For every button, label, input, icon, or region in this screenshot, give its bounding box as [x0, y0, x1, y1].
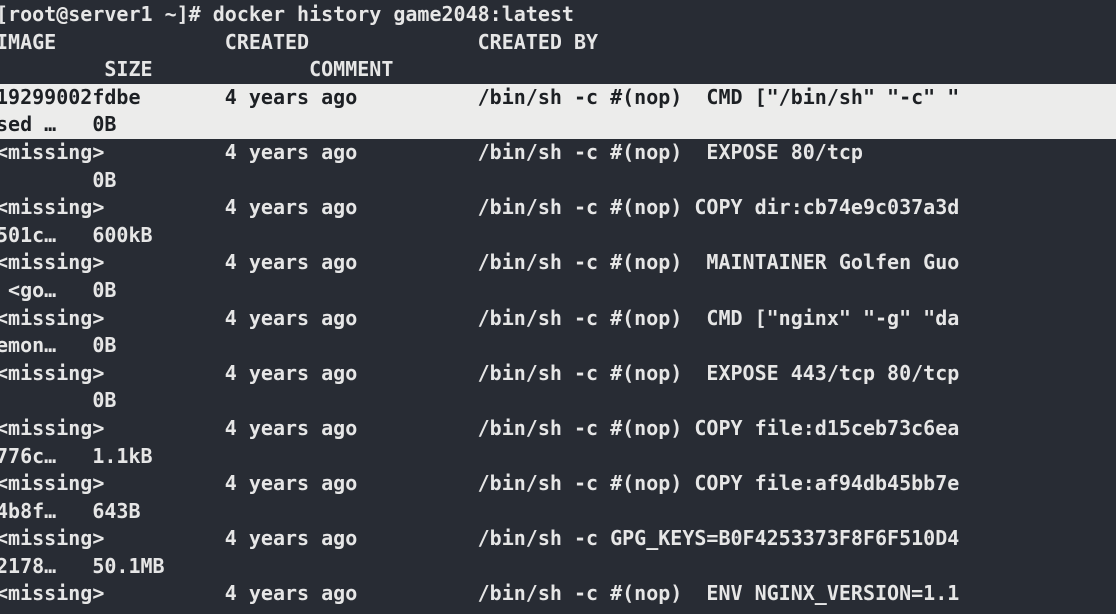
- terminal-line-row-1-wrap[interactable]: 0B: [0, 167, 1116, 195]
- terminal-line-row-5-wrap[interactable]: 0B: [0, 387, 1116, 415]
- terminal-line-column-headers-wrap: SIZE COMMENT: [0, 57, 394, 82]
- terminal-line-row-7-wrap[interactable]: 4b8f… 643B: [0, 498, 1116, 526]
- terminal-line-row-2[interactable]: <missing> 4 years ago /bin/sh -c #(nop) …: [0, 194, 1116, 222]
- terminal-line-row-9[interactable]: <missing> 4 years ago /bin/sh -c #(nop) …: [0, 580, 1116, 608]
- terminal-line-row-6[interactable]: <missing> 4 years ago /bin/sh -c #(nop) …: [0, 415, 1116, 443]
- terminal-line-row-8-wrap[interactable]: 2178… 50.1MB: [0, 553, 1116, 581]
- terminal-line-row-6-wrap[interactable]: 776c… 1.1kB: [0, 443, 1116, 471]
- terminal-line-row-8[interactable]: <missing> 4 years ago /bin/sh -c GPG_KEY…: [0, 525, 1116, 553]
- terminal-line-row-5[interactable]: <missing> 4 years ago /bin/sh -c #(nop) …: [0, 360, 1116, 388]
- terminal-line-row-4[interactable]: <missing> 4 years ago /bin/sh -c #(nop) …: [0, 305, 1116, 333]
- terminal-line-row-1[interactable]: <missing> 4 years ago /bin/sh -c #(nop) …: [0, 139, 1116, 167]
- terminal-line-row-3-wrap[interactable]: <go… 0B: [0, 277, 1116, 305]
- terminal-line-row-4-wrap[interactable]: emon… 0B: [0, 332, 1116, 360]
- terminal-line-column-headers: IMAGE CREATED CREATED BY: [0, 29, 599, 54]
- terminal-line-row-3[interactable]: <missing> 4 years ago /bin/sh -c #(nop) …: [0, 249, 1116, 277]
- terminal-screen[interactable]: [root@server1 ~]# docker history game204…: [0, 1, 1116, 608]
- terminal-line-prompt-command: [root@server1 ~]# docker history game204…: [0, 2, 574, 26]
- terminal-window[interactable]: [root@server1 ~]# docker history game204…: [0, 0, 1116, 614]
- terminal-line-row-0[interactable]: 19299002fdbe 4 years ago /bin/sh -c #(no…: [0, 83, 1116, 112]
- terminal-line-row-0-wrap[interactable]: sed … 0B: [0, 111, 1116, 139]
- terminal-line-row-2-wrap[interactable]: 501c… 600kB: [0, 222, 1116, 250]
- terminal-line-row-7[interactable]: <missing> 4 years ago /bin/sh -c #(nop) …: [0, 470, 1116, 498]
